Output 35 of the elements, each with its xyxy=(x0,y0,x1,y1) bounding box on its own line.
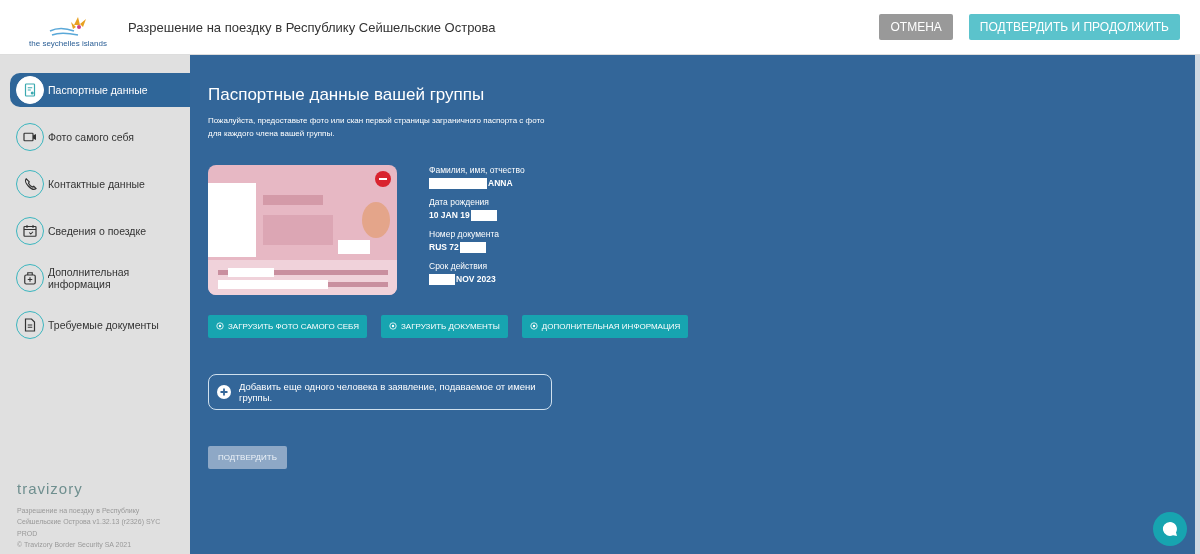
sidebar-item[interactable]: Сведения о поездке xyxy=(10,214,190,248)
logo: the seychelles islands xyxy=(28,6,108,48)
action-button[interactable]: ЗАГРУЗИТЬ ДОКУМЕНТЫ xyxy=(381,314,508,338)
sidebar-item[interactable]: Дополнительная информация xyxy=(10,261,190,295)
add-circle-icon xyxy=(529,322,538,331)
redaction-mark xyxy=(429,273,455,285)
action-button[interactable]: ЗАГРУЗИТЬ ФОТО САМОГО СЕБЯ xyxy=(208,314,367,338)
add-person-button[interactable]: Добавить еще одного человека в заявление, подаваемое от имени группы. xyxy=(208,373,552,410)
field-value: NOV 2023 xyxy=(456,274,496,285)
field-value: RUS 72 xyxy=(429,242,459,253)
field-label: Фамилия, имя, отчество xyxy=(429,164,525,175)
intro-text: Пожалуйста, предоставьте фото или скан первой страницы заграничного паспорта с фото для каждого члена вашей группы. xyxy=(208,115,546,140)
add-circle-icon xyxy=(389,322,397,331)
field-label: Номер документа xyxy=(429,228,500,239)
add-circle-icon xyxy=(216,322,224,331)
sidebar-item[interactable]: Паспортные данные xyxy=(10,73,190,107)
field-value: ANNA xyxy=(488,178,513,189)
certificate-icon xyxy=(16,76,44,104)
chat-button[interactable] xyxy=(1153,512,1187,546)
brand-logo: travizory xyxy=(17,479,83,500)
redaction-mark xyxy=(470,209,497,221)
redaction-mark xyxy=(459,241,486,253)
sidebar-item[interactable]: Требуемые документы xyxy=(10,308,190,342)
chat-icon xyxy=(1161,520,1179,538)
field-value: 10 JAN 19 xyxy=(429,210,470,221)
field-label: Дата рождения xyxy=(429,196,490,207)
field-label: Срок действия xyxy=(429,260,489,271)
sidebar-item[interactable]: Контактные данные xyxy=(10,167,190,201)
page-title: Разрешение на поездку в Республику Сейшельские Острова xyxy=(128,19,497,35)
action-button[interactable]: ДОПОЛНИТЕЛЬНАЯ ИНФОРМАЦИЯ xyxy=(521,314,689,338)
plus-icon xyxy=(217,384,231,399)
minus-icon xyxy=(379,177,387,180)
section-title: Паспортные данные вашей группы xyxy=(208,85,486,105)
sidebar-item[interactable]: Фото самого себя xyxy=(10,120,190,154)
redaction-mark xyxy=(429,177,487,189)
